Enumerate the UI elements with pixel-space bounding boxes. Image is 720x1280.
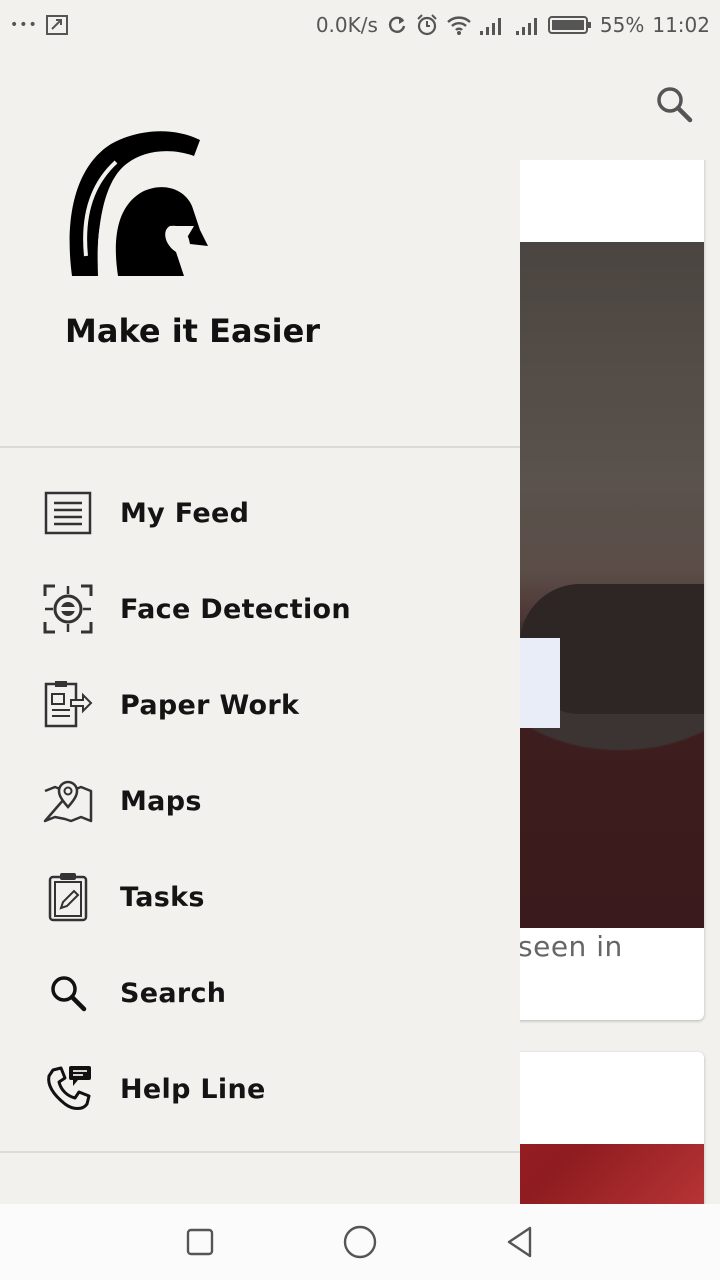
paper-work-icon (42, 679, 94, 731)
menu-item-paper-work[interactable]: Paper Work (0, 657, 520, 753)
back-button[interactable] (500, 1222, 540, 1262)
status-bar: ••• 0.0K/s 55% 11:02 (0, 0, 720, 50)
menu-item-help-line[interactable]: Help Line (0, 1041, 520, 1137)
app-name: Make it Easier (65, 312, 321, 350)
menu-label: Search (120, 977, 227, 1009)
menu-item-search[interactable]: Search (0, 945, 520, 1041)
phone-chat-icon (42, 1063, 94, 1115)
spartan-helmet-icon (66, 126, 216, 286)
battery-percent: 55% (599, 13, 645, 37)
drawer-divider (0, 1151, 520, 1153)
menu-label: Maps (120, 785, 202, 817)
screenshot-icon (45, 15, 68, 35)
home-button[interactable] (340, 1222, 380, 1262)
wifi-icon (446, 14, 472, 36)
menu-item-face-detection[interactable]: Face Detection (0, 561, 520, 657)
card-snippet: seen in (518, 930, 623, 963)
photo-highlight (520, 638, 560, 728)
menu-label: My Feed (120, 497, 250, 529)
clipboard-edit-icon (42, 871, 94, 923)
feed-list-icon (42, 487, 94, 539)
navigation-drawer: Make it Easier My Feed Face Detection Pa… (0, 50, 520, 1204)
menu-label: Paper Work (120, 689, 300, 721)
notification-dots: ••• (10, 17, 38, 33)
signal-icon (479, 15, 508, 35)
menu-item-maps[interactable]: Maps (0, 753, 520, 849)
face-detection-icon (42, 583, 94, 635)
drawer-header: Make it Easier (0, 50, 520, 446)
menu-label: Face Detection (120, 593, 351, 625)
menu-label: Tasks (120, 881, 205, 913)
signal-2-icon (515, 15, 540, 35)
search-icon (42, 967, 94, 1019)
battery-icon (547, 15, 592, 35)
drawer-divider (0, 446, 520, 448)
menu-item-tasks[interactable]: Tasks (0, 849, 520, 945)
alarm-icon (416, 14, 438, 36)
toolbar-search-icon[interactable] (654, 84, 694, 124)
menu-item-my-feed[interactable]: My Feed (0, 465, 520, 561)
menu-label: Help Line (120, 1073, 266, 1105)
sync-icon (386, 14, 408, 36)
recents-button[interactable] (180, 1222, 220, 1262)
network-speed: 0.0K/s (315, 13, 378, 37)
drawer-menu: My Feed Face Detection Paper Work Maps T… (0, 465, 520, 1137)
map-pin-icon (42, 775, 94, 827)
system-nav-bar (0, 1204, 720, 1280)
clock: 11:02 (652, 13, 710, 37)
